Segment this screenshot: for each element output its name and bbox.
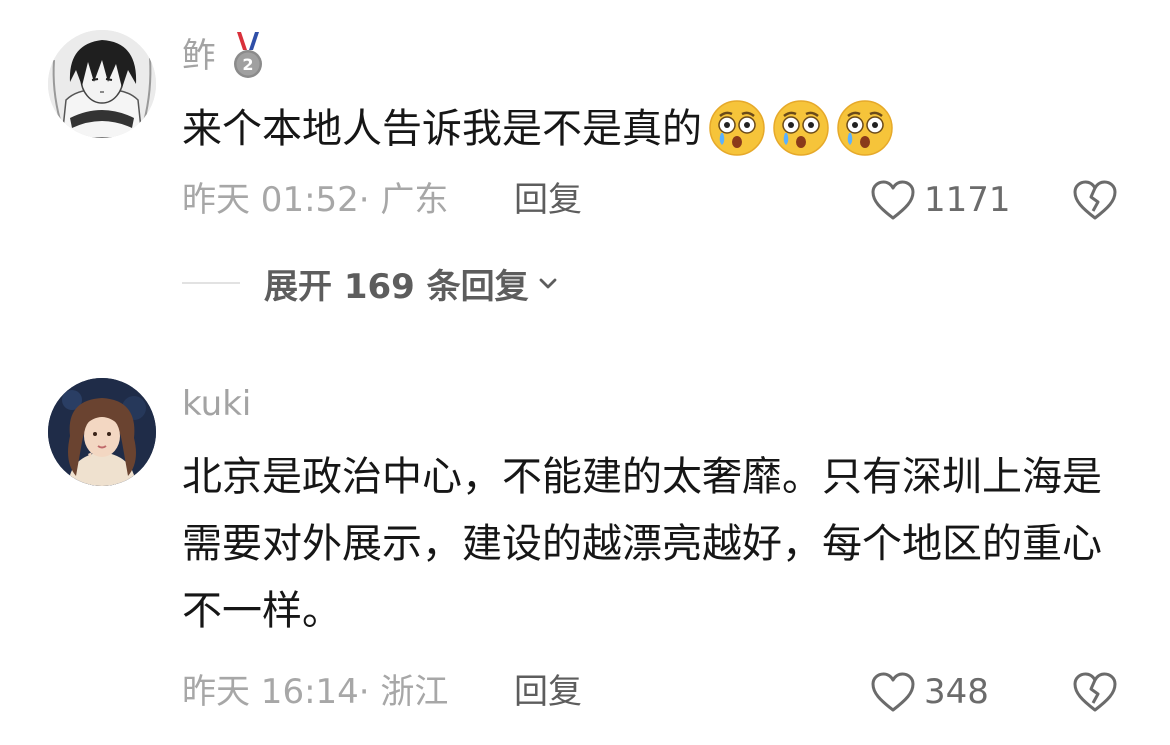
medal-icon: 2: [234, 31, 262, 78]
like-button[interactable]: 1171: [870, 176, 1011, 224]
expand-replies-button[interactable]: 展开 169 条回复: [182, 260, 559, 307]
crying-shocked-emoji-icon: [773, 100, 829, 156]
broken-heart-icon[interactable]: [1072, 669, 1118, 715]
broken-heart-icon[interactable]: [1072, 177, 1118, 223]
reply-button[interactable]: 回复: [514, 180, 582, 220]
username[interactable]: kuki: [182, 384, 251, 424]
crying-shocked-emoji-icon: [709, 100, 765, 156]
avatar[interactable]: [48, 378, 156, 486]
comment-meta: 昨天 01:52· 广东: [182, 180, 448, 220]
comment-item: kuki 北京是政治中心，不能建的太奢靡。只有深圳上海是需要对外展示，建设的越漂…: [0, 340, 1170, 745]
comment-item: 鲊 2 来个本地人告诉我是不是真的 昨天 01:52· 广东 回复 1171 展…: [0, 0, 1170, 340]
expand-replies-label: 展开 169 条回复: [264, 266, 529, 307]
comment-text: 来个本地人告诉我是不是真的: [182, 96, 1122, 163]
comment-meta: 昨天 16:14· 浙江: [182, 672, 448, 712]
comment-time: 昨天 01:52·: [182, 180, 370, 220]
heart-icon: [871, 180, 915, 220]
crying-shocked-emoji-icon: [837, 100, 893, 156]
comment-text-body: 来个本地人告诉我是不是真的: [182, 106, 702, 152]
comment-list: 鲊 2 来个本地人告诉我是不是真的 昨天 01:52· 广东 回复 1171 展…: [0, 0, 1170, 745]
reply-button[interactable]: 回复: [514, 672, 582, 712]
chevron-down-icon: [539, 278, 557, 289]
avatar-image: [48, 378, 156, 486]
comment-location: 广东: [380, 180, 449, 220]
comment-time: 昨天 16:14·: [182, 672, 370, 712]
avatar[interactable]: [48, 30, 156, 138]
avatar-image: [48, 30, 156, 138]
comment-text: 北京是政治中心，不能建的太奢靡。只有深圳上海是需要对外展示，建设的越漂亮越好，每…: [182, 454, 1102, 634]
like-count: 1171: [924, 180, 1011, 220]
like-count: 348: [924, 672, 989, 712]
comment-location: 浙江: [380, 672, 449, 712]
divider-line: [182, 282, 240, 284]
heart-icon: [871, 672, 915, 712]
like-button[interactable]: 348: [870, 668, 989, 716]
medal-number: 2: [242, 55, 253, 74]
username[interactable]: 鲊: [182, 36, 216, 76]
